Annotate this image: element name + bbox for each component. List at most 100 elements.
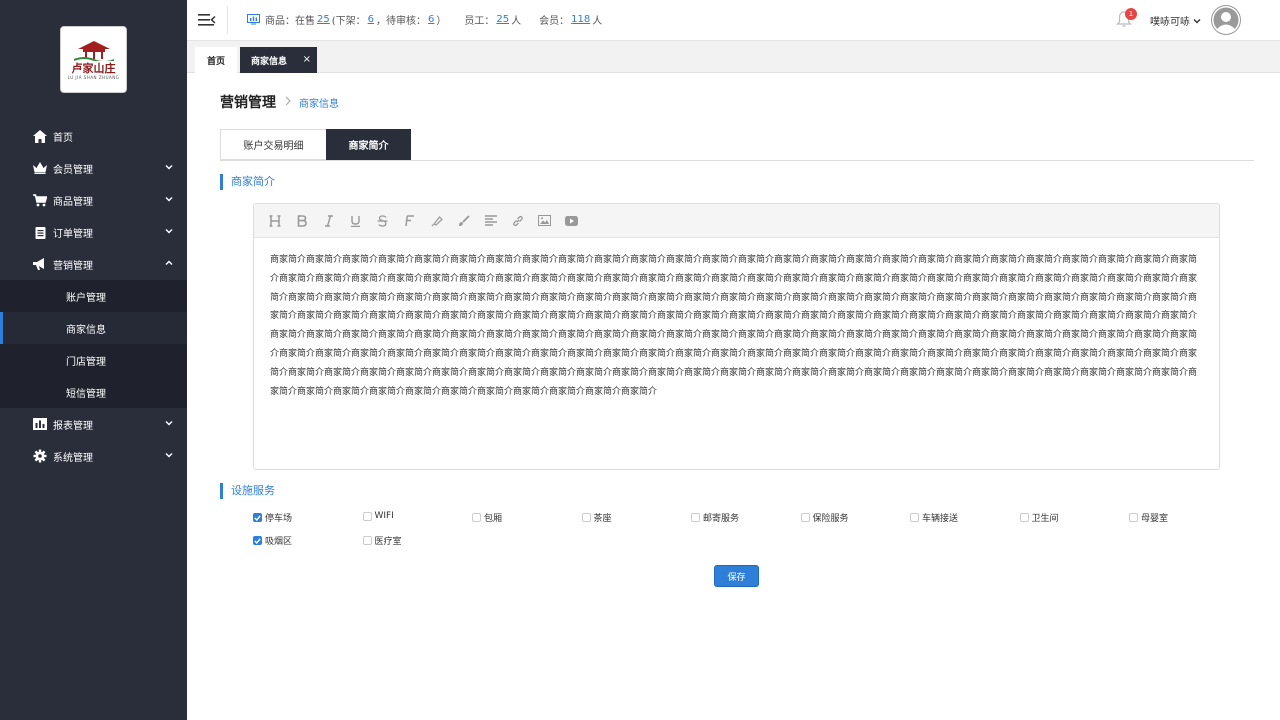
sidebar-item-orders[interactable]: 订单管理 [0, 216, 187, 248]
checkbox-unchecked-icon[interactable] [581, 513, 591, 522]
submenu-item-stores[interactable]: 门店管理 [0, 344, 187, 376]
page-tab-label: 商家信息 [251, 56, 288, 67]
submenu-item-accounts[interactable]: 账户管理 [0, 280, 187, 312]
checkbox-unchecked-icon[interactable] [362, 536, 372, 545]
on-sale-count[interactable]: 25 [317, 14, 330, 25]
editor-toolbar [254, 204, 1219, 238]
avatar[interactable] [1211, 5, 1241, 35]
strikethrough-icon[interactable] [376, 214, 389, 227]
bold-icon[interactable] [295, 214, 308, 227]
offshelf-count[interactable]: 6 [368, 14, 374, 25]
submenu-item-label: 短信管理 [66, 388, 106, 400]
menu-toggle-icon[interactable] [198, 12, 216, 28]
bar-chart-icon [33, 417, 47, 431]
monitor-chart-icon [247, 14, 260, 25]
tab-label: 账户交易明细 [243, 141, 304, 152]
checkbox-unchecked-icon[interactable] [472, 513, 481, 522]
sidebar-item-label: 会员管理 [53, 164, 93, 176]
sidebar-item-label: 商品管理 [53, 196, 93, 208]
cart-icon [33, 193, 47, 207]
pending-label: ，待审核： [376, 16, 427, 27]
facility-label: 邮寄服务 [703, 514, 740, 524]
member-label: 会员： [539, 16, 570, 27]
page-tab-merchant-info[interactable]: 商家信息 × [240, 47, 317, 73]
sidebar-item-home[interactable]: 首页 [0, 120, 187, 152]
facility-checkbox[interactable]: 包厢 [472, 511, 502, 524]
facility-label: 卫生间 [1031, 514, 1059, 524]
facility-label: 吸烟区 [265, 537, 293, 547]
facility-checkbox[interactable]: 车辆接送 [910, 511, 958, 524]
checkbox-unchecked-icon[interactable] [1129, 513, 1138, 522]
breadcrumb-current[interactable]: 商家信息 [299, 95, 339, 110]
submenu-item-label: 商家信息 [66, 324, 106, 336]
chevron-down-icon [1193, 18, 1201, 23]
underline-icon[interactable] [349, 214, 362, 227]
username: 噗哧可哧 [1150, 17, 1190, 28]
facility-label: 医疗室 [374, 537, 402, 547]
tab-label: 商家简介 [348, 141, 389, 152]
tab-merchant-intro[interactable]: 商家简介 [326, 129, 411, 160]
facility-label: 车辆接送 [922, 514, 959, 524]
sidebar-menu: 首页 会员管理 商品管理 订单管理 营销管理 账户管理 商家信息 门店管理 短信… [0, 120, 187, 472]
facility-checkbox[interactable]: 吸烟区 [253, 534, 292, 547]
checkbox-checked-icon[interactable] [253, 513, 262, 522]
submenu-item-sms[interactable]: 短信管理 [0, 376, 187, 408]
user-menu[interactable]: 噗哧可哧 [1150, 13, 1201, 28]
facilities-section-title: 设施服务 [220, 483, 275, 499]
page-title: 营销管理 [220, 95, 276, 111]
divider [227, 6, 228, 34]
content-tabs: 账户交易明细 商家简介 [220, 129, 1254, 161]
facility-checkbox[interactable]: 茶座 [581, 511, 612, 524]
checkbox-unchecked-icon[interactable] [362, 511, 372, 521]
chevron-down-icon [165, 453, 173, 458]
chevron-up-icon [165, 260, 173, 265]
sidebar: 卢家山庄 LU JIA SHAN ZHUANG 首页 会员管理 商品管理 订单管… [0, 0, 187, 720]
user-avatar-icon [1212, 6, 1240, 34]
staff-count[interactable]: 25 [496, 14, 509, 25]
close-icon[interactable]: × [303, 54, 311, 65]
staff-unit: 人 [511, 16, 522, 27]
page-tab-home[interactable]: 首页 [195, 47, 237, 73]
sidebar-item-label: 系统管理 [53, 452, 93, 464]
close-paren: ） [436, 16, 447, 27]
submenu-item-merchant-info[interactable]: 商家信息 [0, 312, 187, 344]
facility-checkbox[interactable]: 保险服务 [800, 511, 849, 524]
member-count[interactable]: 118 [571, 14, 590, 25]
facility-label: 停车场 [265, 514, 293, 524]
sidebar-item-goods[interactable]: 商品管理 [0, 184, 187, 216]
megaphone-icon [33, 257, 47, 271]
facility-label: 保险服务 [812, 514, 849, 524]
checkbox-unchecked-icon[interactable] [910, 513, 919, 522]
brush-icon[interactable] [457, 214, 470, 227]
submenu-item-label: 门店管理 [66, 356, 106, 368]
image-icon[interactable] [538, 214, 551, 227]
link-icon[interactable] [511, 214, 524, 227]
facility-label: 包厢 [484, 514, 503, 524]
checkbox-unchecked-icon[interactable] [691, 513, 700, 522]
checkbox-unchecked-icon[interactable] [800, 513, 810, 522]
italic-icon[interactable] [322, 214, 335, 227]
tab-transactions[interactable]: 账户交易明细 [220, 129, 327, 160]
video-icon[interactable] [565, 214, 578, 227]
top-bar: 商品：在售 25 (下架： 6 ，待审核： 6 ） 员工： 25 人 会员： 1… [187, 0, 1280, 41]
align-icon[interactable] [484, 214, 497, 227]
save-button[interactable]: 保存 [714, 565, 759, 587]
font-icon[interactable] [403, 214, 416, 227]
sidebar-item-system[interactable]: 系统管理 [0, 440, 187, 472]
facility-checkbox[interactable]: 母婴室 [1129, 511, 1168, 524]
checkbox-unchecked-icon[interactable] [1019, 513, 1029, 522]
sidebar-item-reports[interactable]: 报表管理 [0, 408, 187, 440]
editor-content[interactable]: 商家简介商家简介商家简介商家简介商家简介商家简介商家简介商家简介商家简介商家简介… [254, 238, 1219, 401]
facility-checkbox[interactable]: 停车场 [253, 511, 292, 524]
sidebar-item-marketing[interactable]: 营销管理 [0, 248, 187, 280]
facility-checkbox[interactable]: 卫生间 [1019, 511, 1059, 524]
heading-icon[interactable] [268, 214, 281, 227]
facility-checkbox[interactable]: 医疗室 [362, 534, 402, 547]
facility-checkbox[interactable]: 邮寄服务 [691, 511, 739, 524]
sidebar-item-members[interactable]: 会员管理 [0, 152, 187, 184]
pending-count[interactable]: 6 [428, 14, 434, 25]
highlighter-icon[interactable] [430, 214, 443, 227]
facility-checkbox[interactable]: WIFI [362, 511, 394, 521]
checkbox-checked-icon[interactable] [253, 536, 262, 545]
sidebar-item-label: 订单管理 [53, 228, 93, 240]
